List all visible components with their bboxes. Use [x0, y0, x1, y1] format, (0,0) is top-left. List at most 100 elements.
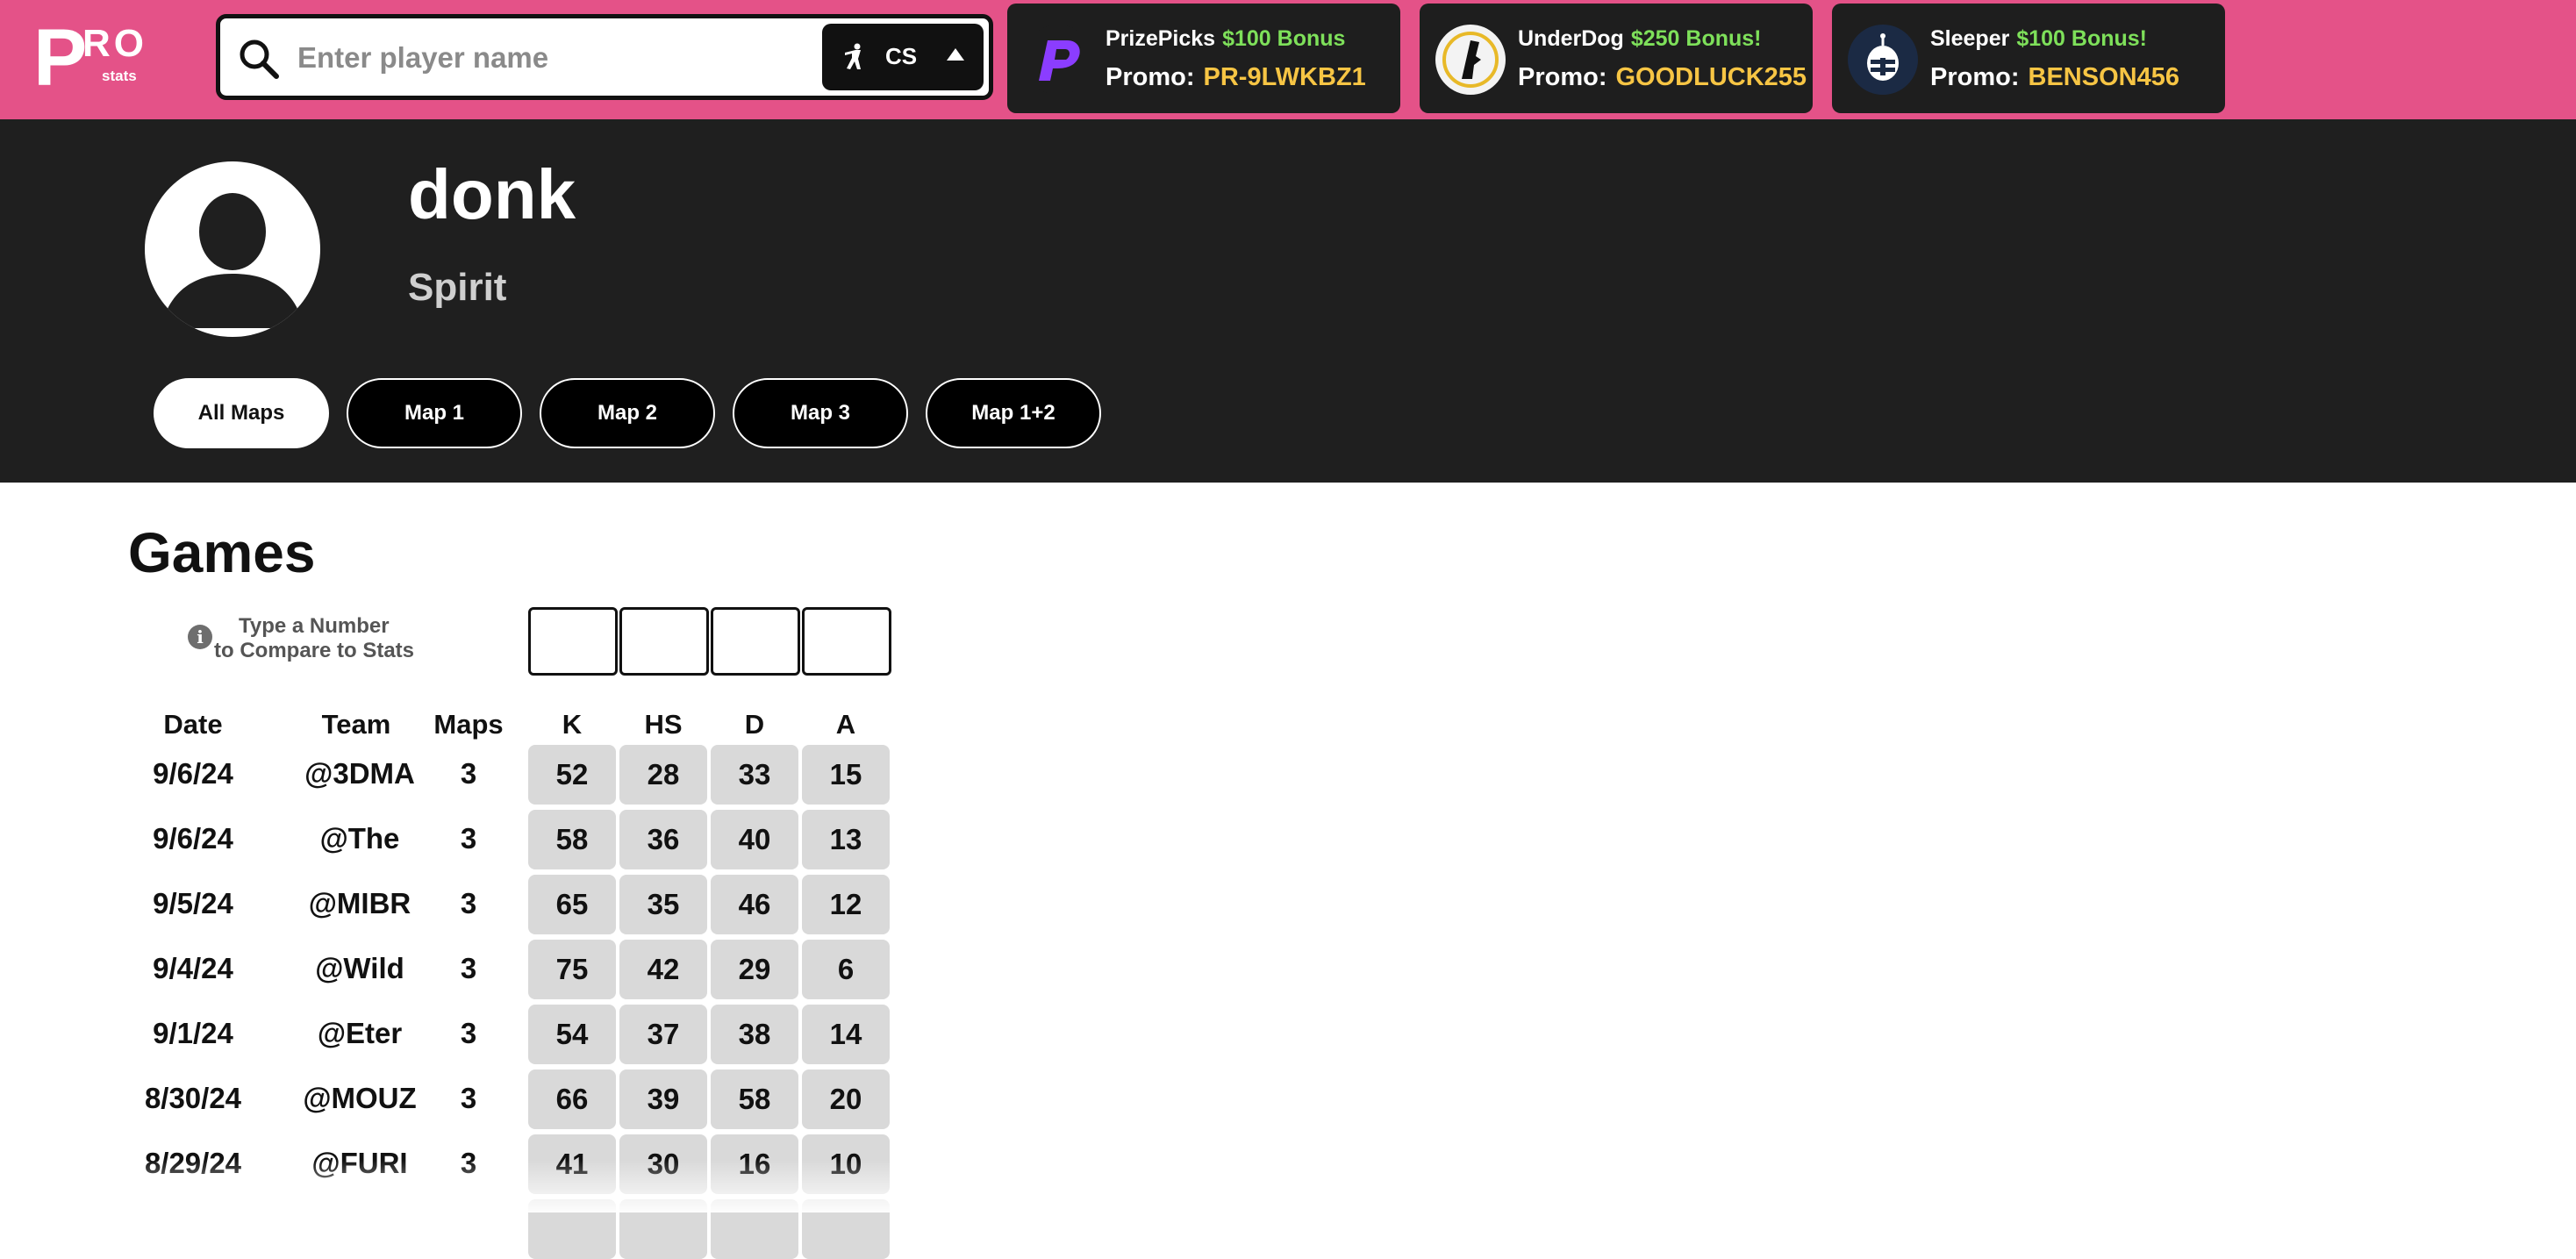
player-search-input[interactable] — [296, 32, 791, 83]
column-header-maps: Maps — [433, 709, 504, 740]
sleeper-logo-icon — [1848, 25, 1918, 95]
pro-stats-logo[interactable]: P RO stats — [33, 18, 147, 98]
prizepicks-logo-icon — [1023, 25, 1093, 95]
cell-headshots: 28 — [619, 745, 707, 805]
cell-date: 9/6/24 — [153, 757, 233, 790]
cell-kills: 75 — [528, 940, 616, 999]
cell-team: @Wild — [315, 952, 404, 984]
promo-code-row: Promo: GOODLUCK255 — [1518, 63, 1807, 92]
cell-maps: 3 — [460, 757, 477, 790]
cell-deaths: 46 — [711, 875, 798, 934]
cell-kills: 52 — [528, 745, 616, 805]
cell-maps: 3 — [460, 822, 477, 855]
cell-team: @MIBR — [308, 887, 411, 919]
cell-deaths: 38 — [711, 1005, 798, 1064]
promo-brand: UnderDog $250 Bonus! — [1518, 26, 1762, 52]
promo-bonus: $100 Bonus — [1222, 26, 1346, 51]
cell-date: 9/6/24 — [153, 822, 233, 855]
games-heading: Games — [128, 521, 316, 584]
game-selector-label: CS — [885, 43, 918, 69]
promo-card-prizepicks[interactable]: PrizePicks $100 Bonus Promo: PR-9LWKBZ1 — [1007, 4, 1400, 113]
cell-team: @3DMA — [304, 757, 415, 790]
promo-code: GOODLUCK255 — [1615, 63, 1807, 91]
cell-kills: 54 — [528, 1005, 616, 1064]
cell-date: 8/30/24 — [144, 1082, 242, 1114]
cell-kills: 65 — [528, 875, 616, 934]
column-header-hs: HS — [644, 709, 683, 740]
promo-code: PR-9LWKBZ1 — [1203, 63, 1366, 91]
default-user-icon — [161, 193, 304, 328]
promo-card-sleeper[interactable]: Sleeper $100 Bonus! Promo: BENSON456 — [1832, 4, 2225, 113]
counter-strike-icon — [845, 43, 861, 69]
search-icon — [240, 39, 279, 79]
compare-input-deaths[interactable] — [711, 607, 800, 676]
promo-card-underdog[interactable]: UnderDog $250 Bonus! Promo: GOODLUCK255 — [1420, 4, 1813, 113]
tab-map-1[interactable]: Map 1 — [347, 378, 522, 448]
promo-brand-name: Sleeper — [1930, 26, 2010, 51]
promo-label: Promo: — [1106, 63, 1195, 91]
tab-map-3[interactable]: Map 3 — [733, 378, 908, 448]
promo-bonus: $100 Bonus! — [2016, 26, 2148, 51]
tab-map-2[interactable]: Map 2 — [540, 378, 715, 448]
promo-label: Promo: — [1930, 63, 2020, 91]
cell-deaths: 29 — [711, 940, 798, 999]
cell-partial — [711, 1199, 798, 1259]
cell-team: @The — [319, 822, 400, 855]
promo-brand-name: PrizePicks — [1106, 26, 1216, 51]
cell-assists: 12 — [802, 875, 890, 934]
column-header-team: Team — [321, 709, 391, 740]
game-selector-button[interactable]: CS — [822, 24, 984, 90]
compare-input-kills[interactable] — [528, 607, 618, 676]
cell-team: @Eter — [317, 1017, 403, 1049]
compare-hint-line-2: to Compare to Stats — [214, 639, 415, 662]
cell-assists: 15 — [802, 745, 890, 805]
cell-team: @MOUZ — [303, 1082, 417, 1114]
cell-maps: 3 — [460, 1017, 477, 1049]
cell-date: 8/29/24 — [144, 1147, 242, 1179]
cell-maps: 3 — [460, 952, 477, 984]
cell-partial — [528, 1199, 616, 1259]
compare-input-headshots[interactable] — [619, 607, 709, 676]
promo-brand: Sleeper $100 Bonus! — [1930, 26, 2147, 52]
cell-partial — [802, 1199, 890, 1259]
cell-headshots: 42 — [619, 940, 707, 999]
cell-kills: 58 — [528, 810, 616, 869]
tab-all-maps[interactable]: All Maps — [154, 378, 329, 448]
cell-maps: 3 — [460, 1147, 477, 1179]
cell-headshots: 30 — [619, 1134, 707, 1194]
cell-deaths: 58 — [711, 1069, 798, 1129]
cell-deaths: 33 — [711, 745, 798, 805]
player-avatar — [145, 161, 320, 337]
cell-assists: 20 — [802, 1069, 890, 1129]
player-team: Spirit — [408, 266, 507, 309]
cell-deaths: 16 — [711, 1134, 798, 1194]
player-profile-header: donk Spirit All Maps Map 1 Map 2 Map 3 M… — [0, 119, 2576, 483]
column-header-date: Date — [163, 709, 223, 740]
logo-letter-p: P — [33, 13, 88, 103]
promo-code-row: Promo: BENSON456 — [1930, 63, 2179, 92]
cell-date: 9/4/24 — [153, 952, 233, 984]
logo-letters-ro: RO — [82, 22, 147, 65]
cell-assists: 6 — [802, 940, 890, 999]
info-icon: i — [188, 625, 212, 649]
caret-up-icon — [947, 48, 964, 61]
compare-input-assists[interactable] — [802, 607, 891, 676]
cell-date: 9/1/24 — [153, 1017, 233, 1049]
cell-headshots: 36 — [619, 810, 707, 869]
column-header-d: D — [744, 709, 765, 740]
player-search-box: CS — [216, 14, 993, 100]
promo-code: BENSON456 — [2028, 63, 2179, 91]
cell-date: 9/5/24 — [153, 887, 233, 919]
tab-map-1-2[interactable]: Map 1+2 — [926, 378, 1101, 448]
cell-maps: 3 — [460, 1082, 477, 1114]
column-header-a: A — [835, 709, 856, 740]
cell-team: @FURI — [311, 1147, 408, 1179]
compare-hint-line-1: Type a Number — [239, 614, 390, 638]
cell-kills: 66 — [528, 1069, 616, 1129]
player-name: donk — [408, 155, 576, 233]
cell-kills: 41 — [528, 1134, 616, 1194]
underdog-logo-icon — [1435, 25, 1506, 95]
promo-bonus: $250 Bonus! — [1630, 26, 1762, 51]
compare-hint: i Type a Number to Compare to Stats — [186, 614, 449, 667]
cell-assists: 10 — [802, 1134, 890, 1194]
